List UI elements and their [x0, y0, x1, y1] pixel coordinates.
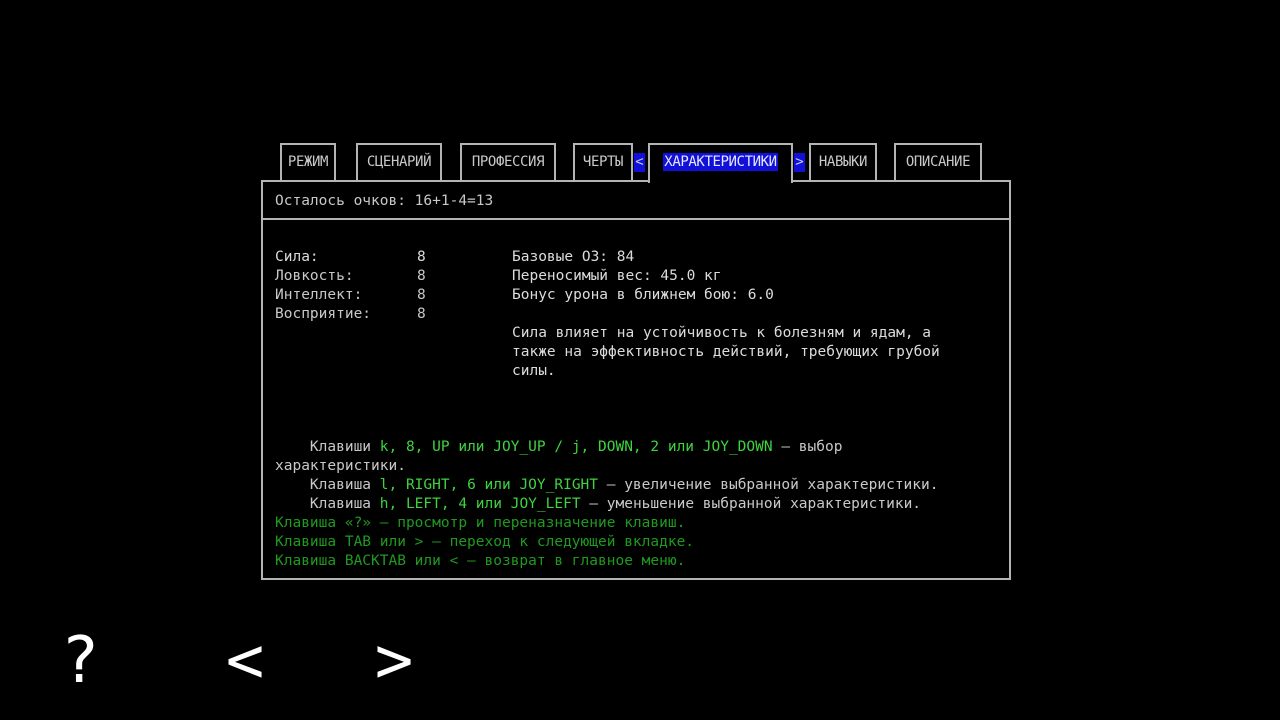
stat-description-line-1: Сила влияет на устойчивость к болезням и…: [512, 325, 932, 341]
tab-skills-label: НАВЫКИ: [818, 154, 868, 170]
help-line-select-cont: характеристики.: [275, 458, 406, 474]
stat-dexterity-name[interactable]: Ловкость:: [275, 267, 354, 286]
panel-divider: [263, 218, 1009, 220]
help-line-keybindings: Клавиша «?» — просмотр и переназначение …: [275, 515, 686, 531]
help-line-decrease: Клавиша h, LEFT, 4 или JOY_LEFT — уменьш…: [275, 496, 922, 512]
tab-description-label: ОПИСАНИЕ: [905, 154, 971, 170]
stat-dexterity-value[interactable]: 8: [417, 267, 426, 286]
stat-intelligence-name[interactable]: Интеллект:: [275, 286, 362, 305]
help-line-back: Клавиша BACKTAB или < — возврат в главно…: [275, 553, 686, 569]
base-hp: Базовые ОЗ: 84: [512, 249, 635, 265]
help-button[interactable]: ?: [50, 628, 110, 694]
tab-stats-label: ХАРАКТЕРИСТИКИ: [663, 153, 778, 171]
stats-panel: Осталось очков: 16+1-4=13 Сила: 8 Ловкос…: [261, 180, 1011, 580]
prev-tab-button[interactable]: <: [215, 628, 275, 694]
tab-profession-label: ПРОФЕССИЯ: [471, 154, 545, 170]
tab-profession[interactable]: ПРОФЕССИЯ: [460, 143, 556, 180]
next-tab-button[interactable]: >: [364, 628, 424, 694]
points-remaining: Осталось очков: 16+1-4=13: [275, 193, 494, 209]
stat-intelligence-value[interactable]: 8: [417, 286, 426, 305]
carry-weight: Переносимый вес: 45.0 кг: [512, 268, 722, 284]
help-line-next-tab: Клавиша TAB или > — переход к следующей …: [275, 534, 695, 550]
tab-mode[interactable]: РЕЖИМ: [280, 143, 336, 180]
stat-strength-value[interactable]: 8: [417, 248, 426, 267]
active-tab-right-arrow-icon: >: [794, 153, 805, 172]
tab-scenario-label: СЦЕНАРИЙ: [366, 154, 432, 170]
help-line-select: Клавиши k, 8, UP или JOY_UP / j, DOWN, 2…: [275, 439, 843, 455]
help-line-increase: Клавиша l, RIGHT, 6 или JOY_RIGHT — увел…: [275, 477, 939, 493]
tab-skills[interactable]: НАВЫКИ: [809, 143, 877, 180]
stat-perception-value[interactable]: 8: [417, 305, 426, 324]
stat-description-line-2: также на эффективность действий, требующ…: [512, 344, 940, 360]
tab-traits-label: ЧЕРТЫ: [582, 154, 624, 170]
melee-bonus: Бонус урона в ближнем бою: 6.0: [512, 287, 774, 303]
tab-description[interactable]: ОПИСАНИЕ: [894, 143, 982, 180]
active-tab-left-arrow-icon: <: [634, 153, 645, 172]
stat-description-line-3: силы.: [512, 363, 556, 379]
tab-mode-label: РЕЖИМ: [287, 154, 329, 170]
tab-traits[interactable]: ЧЕРТЫ: [573, 143, 633, 180]
tab-scenario[interactable]: СЦЕНАРИЙ: [356, 143, 442, 180]
stat-perception-name[interactable]: Восприятие:: [275, 305, 371, 324]
tab-stats[interactable]: ХАРАКТЕРИСТИКИ: [648, 143, 793, 183]
stat-strength-name[interactable]: Сила:: [275, 248, 319, 267]
